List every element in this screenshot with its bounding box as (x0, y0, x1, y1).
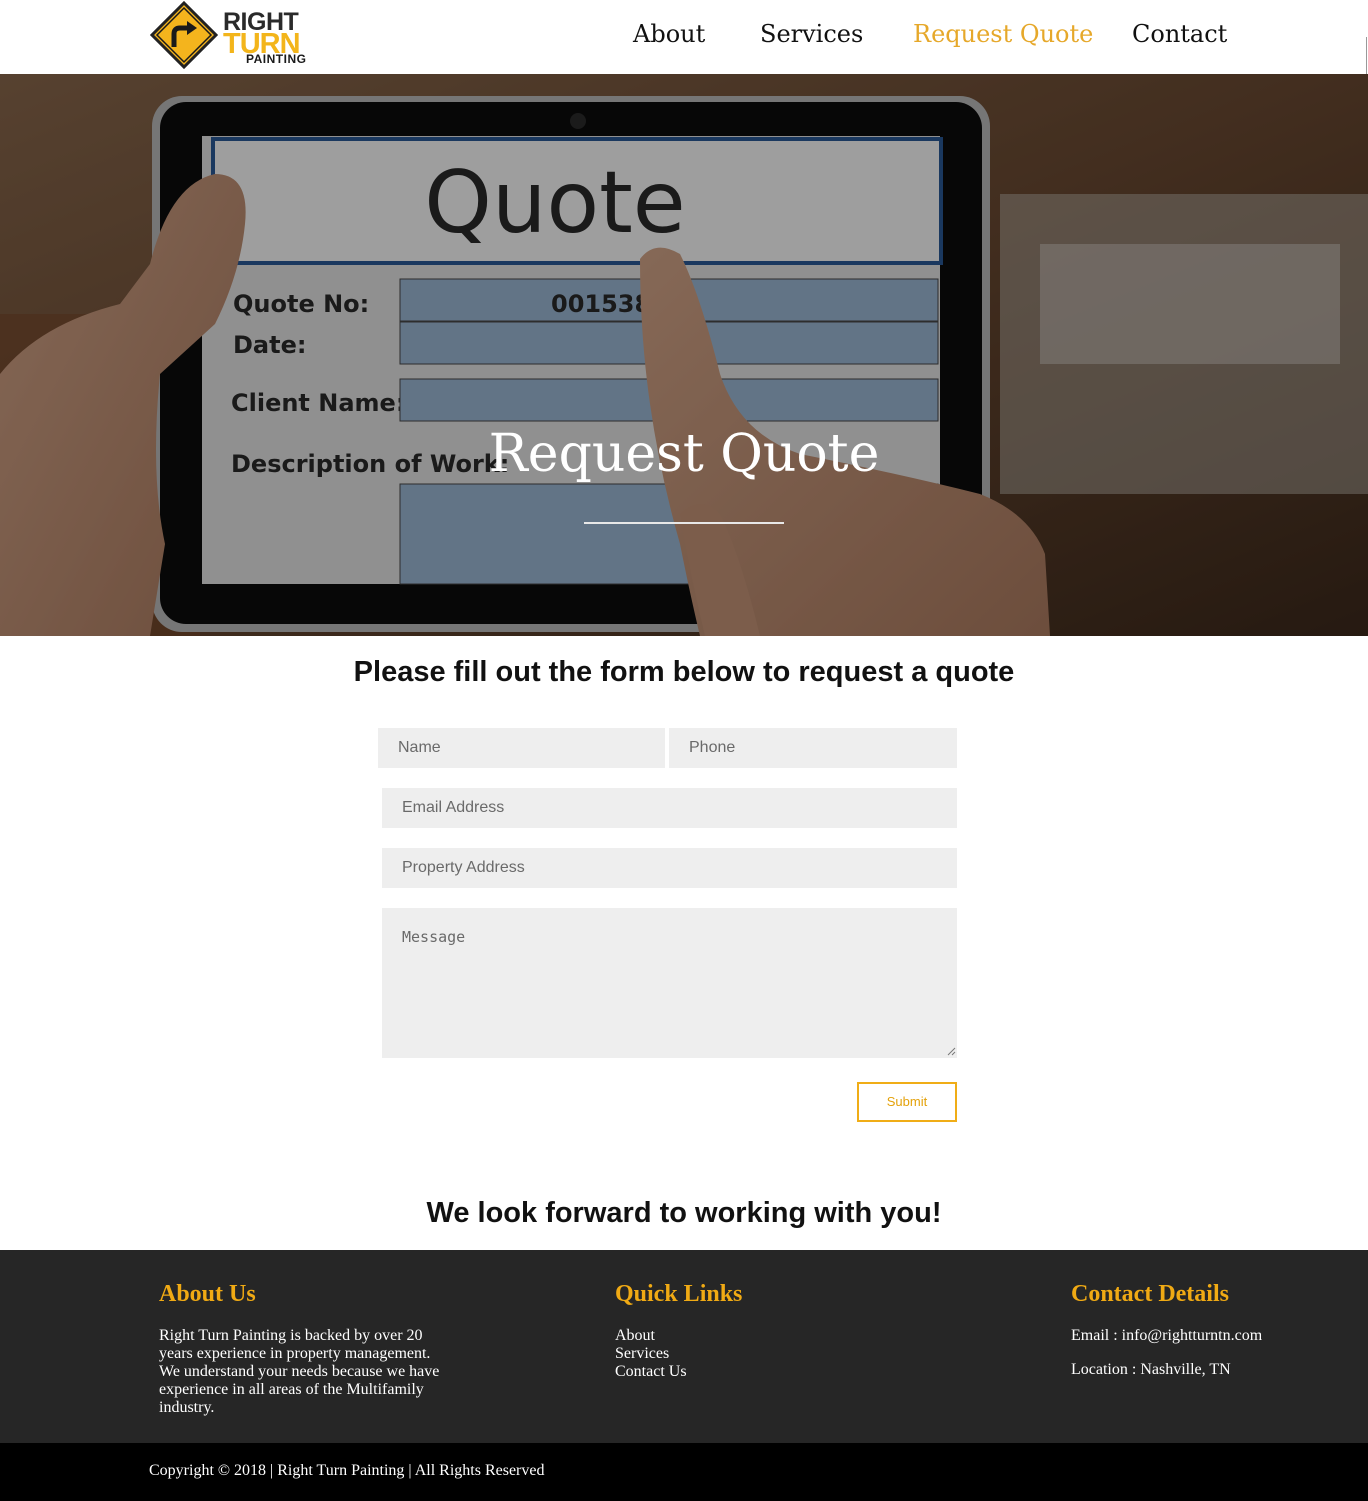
footer-link-about[interactable]: About (615, 1327, 655, 1345)
scroll-edge-line (1366, 37, 1367, 74)
title-divider (584, 522, 784, 524)
footer-contact-location: Location : Nashville, TN (1071, 1361, 1231, 1378)
nav-about[interactable]: About (633, 16, 705, 52)
name-input[interactable] (378, 728, 665, 768)
right-turn-arrow-sign-icon (150, 1, 219, 70)
resize-handle-icon[interactable] (946, 1046, 956, 1056)
copyright-bar: Copyright © 2018 | Right Turn Painting |… (0, 1443, 1368, 1501)
footer-contact-heading: Contact Details (1071, 1281, 1229, 1307)
submit-button[interactable]: Submit (857, 1082, 957, 1122)
hero-background-image: Quote Quote No: 001538 Date: Client Name… (0, 74, 1368, 636)
form-heading: Please fill out the form below to reques… (353, 656, 1015, 688)
site-logo[interactable]: RIGHT TURN PAINTING (150, 1, 330, 71)
footer-link-contact-us[interactable]: Contact Us (615, 1363, 687, 1381)
footer-about-text: Right Turn Painting is backed by over 20… (159, 1327, 440, 1416)
footer-contact-email: Email : info@rightturntn.com (1071, 1327, 1263, 1344)
copyright-text: Copyright © 2018 | Right Turn Painting |… (149, 1462, 545, 1479)
property-address-input[interactable] (382, 848, 957, 888)
email-input[interactable] (382, 788, 957, 828)
site-header: RIGHT TURN PAINTING About Services Reque… (0, 0, 1368, 74)
nav-contact[interactable]: Contact (1132, 16, 1227, 52)
footer-about-heading: About Us (159, 1281, 256, 1307)
nav-request-quote[interactable]: Request Quote (913, 16, 1093, 52)
page-title: Request Quote (488, 424, 880, 484)
footer-quick-links-heading: Quick Links (615, 1281, 743, 1307)
site-footer: About Us Right Turn Painting is backed b… (0, 1250, 1368, 1443)
phone-input[interactable] (669, 728, 957, 768)
nav-services[interactable]: Services (760, 16, 863, 52)
footer-link-services[interactable]: Services (615, 1345, 669, 1363)
message-textarea[interactable] (382, 908, 957, 1058)
logo-text-painting: PAINTING (246, 52, 307, 66)
hero-banner: Quote Quote No: 001538 Date: Client Name… (0, 74, 1368, 636)
closing-message: We look forward to working with you! (426, 1197, 942, 1229)
